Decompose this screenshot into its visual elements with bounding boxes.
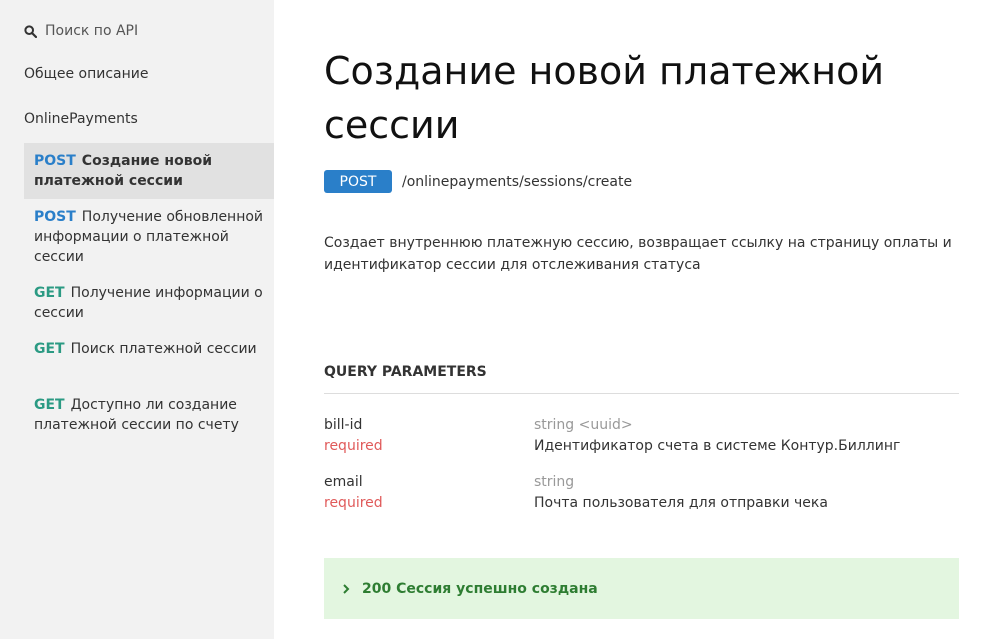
description: Создает внутреннюю платежную сессию, воз…	[324, 235, 952, 273]
response-200-toggle[interactable]: 200 Сессия успешно создана	[324, 558, 959, 619]
sidebar-item-create-session[interactable]: POST Создание новой платежной сессии	[24, 143, 274, 199]
method-label: POST	[34, 209, 76, 225]
sidebar-group-onlinepayments[interactable]: OnlinePayments	[24, 111, 138, 127]
search-icon	[24, 24, 37, 38]
method-label: POST	[34, 153, 76, 169]
response-label: 200 Сессия успешно создана	[362, 580, 598, 597]
sidebar-item-availability[interactable]: GET Доступно ли создание платежной сессии…	[24, 387, 274, 435]
chevron-right-icon	[343, 583, 350, 594]
sidebar: Поиск по API Общее описание OnlinePaymen…	[0, 0, 274, 639]
param-type: string <uuid>	[534, 417, 633, 433]
sidebar-item-overview[interactable]: Общее описание	[24, 66, 148, 82]
sidebar-item-label: Поиск платежной сессии	[70, 341, 257, 357]
param-description: Почта пользователя для отправки чека	[534, 495, 828, 511]
param-required: required	[324, 438, 383, 454]
sidebar-item-get-session[interactable]: GET Получение информации о сессии	[24, 275, 274, 323]
search-placeholder: Поиск по API	[45, 23, 139, 39]
search-input[interactable]: Поиск по API	[24, 21, 138, 41]
divider	[324, 393, 959, 394]
method-badge: POST	[324, 170, 392, 193]
section-title-query-params: QUERY PARAMETERS	[324, 364, 487, 380]
param-required: required	[324, 495, 383, 511]
page-title: Создание новой платежной сессии	[324, 49, 885, 147]
sidebar-item-update-session[interactable]: POST Получение обновленной информации о п…	[24, 199, 274, 267]
sidebar-item-label: Получение информации о сессии	[34, 285, 263, 321]
param-name: bill-id	[324, 417, 363, 433]
method-label: GET	[34, 397, 65, 413]
sidebar-item-search-session[interactable]: GET Поиск платежной сессии	[24, 331, 274, 359]
method-label: GET	[34, 285, 65, 301]
endpoint-path: /onlinepayments/sessions/create	[402, 173, 633, 190]
param-description: Идентификатор счета в системе Контур.Бил…	[534, 438, 901, 454]
endpoint: POST /onlinepayments/sessions/create	[324, 170, 632, 193]
param-type: string	[534, 474, 575, 490]
param-name: email	[324, 474, 363, 490]
method-label: GET	[34, 341, 65, 357]
